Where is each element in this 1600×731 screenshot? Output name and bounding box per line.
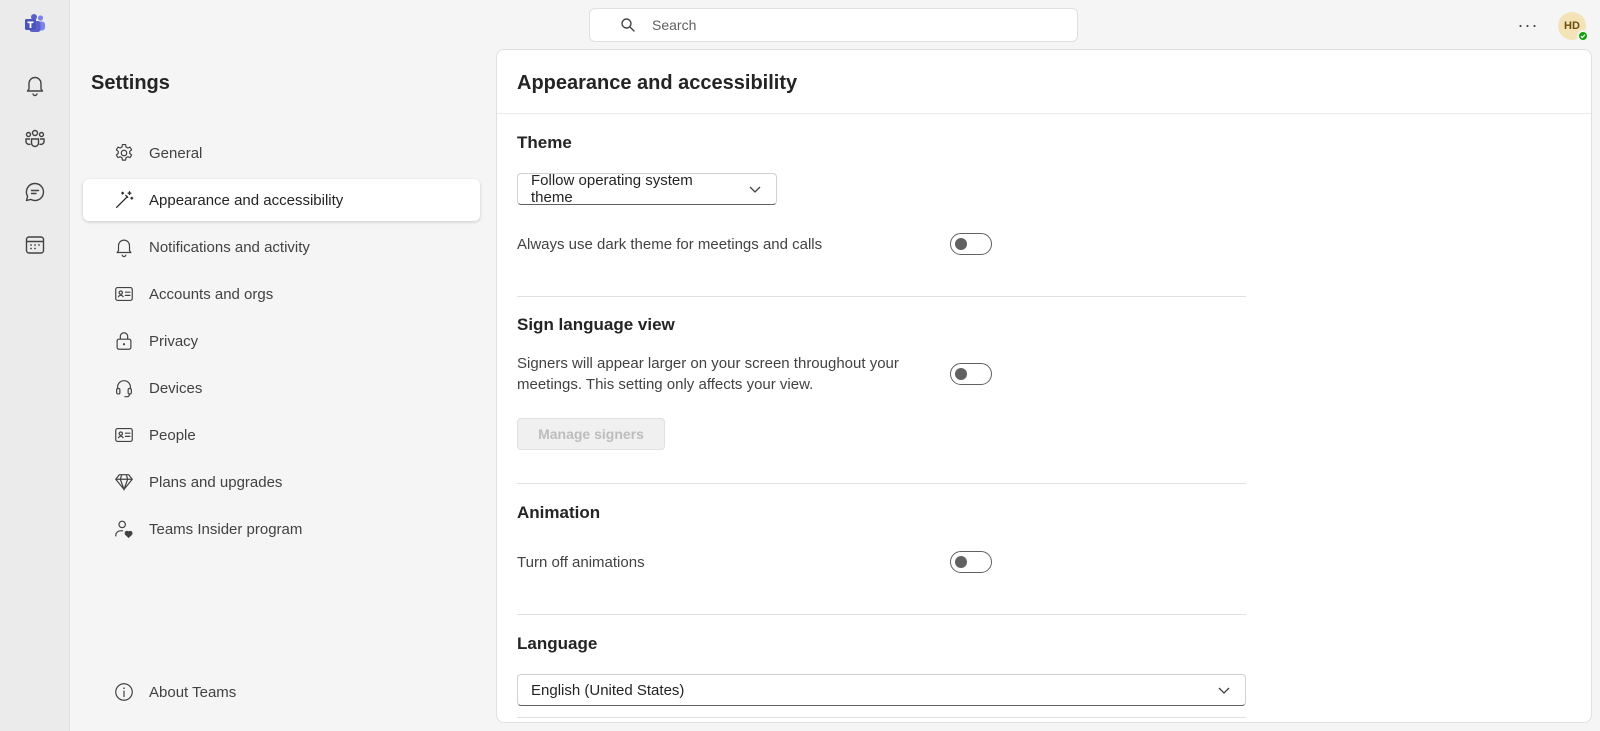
headset-icon	[116, 380, 132, 398]
person-heart-icon	[115, 520, 133, 539]
chevron-down-icon	[1218, 687, 1230, 694]
sign-language-heading: Sign language view	[517, 315, 675, 334]
toggle-knob	[955, 238, 967, 250]
nav-item-label: Plans and upgrades	[149, 473, 283, 491]
nav-item-plans[interactable]: Plans and upgrades	[83, 461, 480, 503]
nav-item-label: General	[149, 144, 203, 162]
bell-icon	[116, 239, 132, 258]
panel-header: Appearance and accessibility	[497, 50, 1591, 114]
manage-signers-button[interactable]: Manage signers	[517, 418, 665, 450]
search-input[interactable]: Search	[589, 8, 1078, 42]
language-heading: Language	[517, 634, 598, 653]
contact-card-icon	[115, 286, 133, 302]
nav-item-appearance[interactable]: Appearance and accessibility	[83, 179, 480, 221]
divider	[517, 296, 1246, 297]
nav-item-label: Privacy	[149, 332, 199, 350]
divider	[517, 483, 1246, 484]
nav-item-label: Appearance and accessibility	[149, 191, 344, 209]
chat-icon[interactable]	[17, 174, 53, 210]
theme-heading: Theme	[517, 133, 572, 152]
about-teams-link[interactable]: About Teams	[83, 671, 480, 713]
animation-heading: Animation	[517, 503, 601, 522]
nav-item-label: People	[149, 426, 196, 444]
nav-item-notifications[interactable]: Notifications and activity	[83, 226, 480, 268]
dark-theme-toggle[interactable]	[950, 233, 992, 255]
nav-item-label: Devices	[149, 379, 203, 397]
sign-language-description-line1: Signers will appear larger on your scree…	[517, 355, 899, 372]
animations-toggle[interactable]	[950, 551, 992, 573]
nav-item-label: Notifications and activity	[149, 238, 310, 256]
sign-language-description-line2: meetings. This setting only affects your…	[517, 376, 814, 393]
avatar[interactable]: HD	[1558, 12, 1589, 42]
bell-icon[interactable]	[17, 67, 53, 103]
settings-panel: Appearance and accessibility Theme Follo…	[496, 49, 1592, 723]
page-title: Appearance and accessibility	[517, 72, 798, 94]
avatar-initials: HD	[1564, 20, 1580, 32]
toggle-knob	[955, 556, 967, 568]
calendar-icon[interactable]	[17, 227, 53, 263]
sign-language-toggle[interactable]	[950, 363, 992, 385]
nav-item-insider[interactable]: Teams Insider program	[83, 508, 480, 550]
theme-dropdown-value: Follow operating system theme	[531, 172, 693, 206]
animations-label: Turn off animations	[517, 554, 645, 571]
app-rail	[0, 0, 70, 731]
nav-item-devices[interactable]: Devices	[83, 367, 480, 409]
search-placeholder: Search	[652, 17, 697, 33]
toggle-knob	[955, 368, 967, 380]
magic-wand-icon	[116, 191, 134, 208]
search-icon	[621, 18, 635, 32]
chevron-down-icon	[749, 186, 761, 193]
theme-dropdown[interactable]: Follow operating system theme	[517, 172, 777, 206]
teams-logo-icon[interactable]	[17, 6, 53, 42]
language-dropdown[interactable]: English (United States)	[517, 674, 1246, 706]
nav-item-people[interactable]: People	[83, 414, 480, 456]
contact-card-icon	[115, 427, 133, 443]
divider	[517, 717, 1246, 718]
more-options-button[interactable]: ···	[1515, 12, 1541, 38]
dark-theme-label: Always use dark theme for meetings and c…	[517, 236, 823, 253]
nav-item-privacy[interactable]: Privacy	[83, 320, 480, 362]
language-dropdown-value: English (United States)	[531, 681, 685, 699]
settings-title: Settings	[91, 72, 170, 94]
nav-item-general[interactable]: General	[83, 132, 480, 174]
about-teams-label: About Teams	[149, 683, 237, 701]
nav-item-label: Teams Insider program	[149, 520, 303, 538]
divider	[517, 614, 1246, 615]
diamond-icon	[115, 474, 133, 492]
lock-icon	[116, 332, 132, 350]
info-icon	[115, 683, 133, 701]
nav-item-accounts[interactable]: Accounts and orgs	[83, 273, 480, 315]
gear-icon	[115, 143, 133, 161]
presence-available-icon	[1577, 30, 1589, 42]
people-group-icon[interactable]	[17, 120, 53, 156]
nav-item-label: Accounts and orgs	[149, 285, 274, 303]
